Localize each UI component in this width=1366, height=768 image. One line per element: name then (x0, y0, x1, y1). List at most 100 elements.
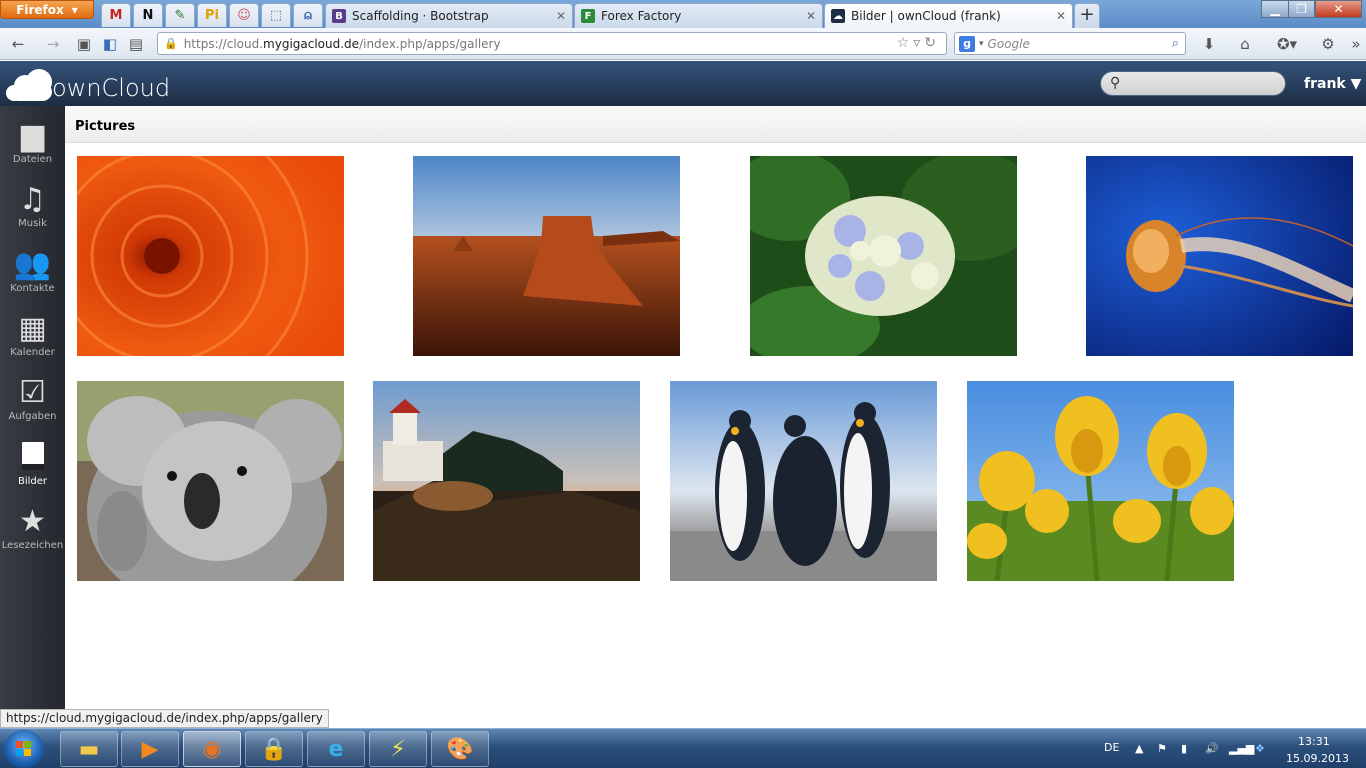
nav-item-lesezeichen[interactable]: ★ Lesezeichen (0, 500, 65, 564)
owncloud-header: ownCloud ⚲ frank ▼ (0, 61, 1366, 106)
back-button[interactable]: ← (8, 34, 28, 54)
new-tab-button[interactable]: + (1074, 3, 1100, 28)
n-icon: N (142, 8, 154, 23)
restore-button[interactable]: ❐ (1288, 0, 1315, 18)
gear-icon: ⚙ (1321, 35, 1335, 53)
taskbar-paint[interactable]: 🎨 (431, 731, 489, 767)
signal-icon[interactable]: ▂▄▆ (1229, 742, 1254, 755)
app-tab-7[interactable]: ⍝ (293, 3, 323, 27)
bootstrap-icon: B (332, 9, 346, 23)
app-tab-5[interactable]: ☺ (229, 3, 259, 27)
owncloud-logo[interactable]: ownCloud (6, 69, 170, 101)
app-navigation: ▆ Dateien ♫ Musik 👥 Kontakte ▦ Kalender … (0, 106, 65, 728)
home-icon: ⌂ (1240, 35, 1250, 53)
search-icon[interactable]: ⌕ (1172, 36, 1179, 51)
clock-date[interactable]: 15.09.2013 (1286, 752, 1349, 765)
device-icon[interactable]: ▮ (1181, 742, 1187, 755)
owncloud-icon: ☁ (831, 9, 845, 23)
pi-icon: Pi (205, 8, 219, 23)
breadcrumb[interactable]: Pictures (75, 119, 135, 134)
nav-item-bilder[interactable]: Bilder (0, 436, 65, 500)
taskbar-explorer[interactable]: ▬ (60, 731, 118, 767)
tab-bootstrap[interactable]: B Scaffolding · Bootstrap ✕ (325, 3, 573, 28)
user-menu[interactable]: frank ▼ (1304, 76, 1361, 92)
taskbar-internet-explorer[interactable]: e (307, 731, 365, 767)
start-button[interactable] (4, 730, 44, 768)
reload-icon[interactable]: ↻ (924, 35, 940, 51)
dropbox-icon[interactable]: ❖ (1255, 742, 1265, 755)
firefox-menu-button[interactable]: Firefox ▾ (0, 0, 94, 19)
star-icon[interactable]: ☆ (897, 35, 914, 51)
search-input[interactable]: ⚲ (1100, 71, 1286, 96)
close-icon[interactable]: ✕ (556, 9, 566, 23)
photo-koala[interactable] (77, 381, 344, 581)
close-icon: ✕ (1333, 2, 1344, 16)
language-indicator[interactable]: DE (1104, 741, 1119, 754)
app-tab-3[interactable]: ✎ (165, 3, 195, 27)
dropdown-icon[interactable]: ▿ (913, 35, 924, 51)
google-icon[interactable]: g (959, 35, 975, 52)
pictures-icon (0, 436, 65, 476)
chevron-double-icon: » (1351, 35, 1361, 53)
close-icon[interactable]: ✕ (1056, 9, 1066, 23)
toolbar-button-1[interactable]: ▣ (74, 34, 94, 54)
photo-tulips[interactable] (967, 381, 1234, 581)
bookmarks-button[interactable]: ✪▾ (1272, 34, 1302, 54)
downloads-button[interactable]: ⬇ (1199, 34, 1219, 54)
url-text: https://cloud.mygigacloud.de/index.php/a… (183, 36, 501, 51)
taskbar-firefox[interactable]: ◉ (183, 731, 241, 767)
layout-icon: ▣ (76, 35, 92, 53)
search-bar[interactable]: g ▾ Google ⌕ (954, 32, 1186, 55)
nav-item-aufgaben[interactable]: ☑ Aufgaben (0, 371, 65, 435)
notion-app-tab[interactable]: N (133, 3, 163, 27)
status-bar-url: https://cloud.mygigacloud.de/index.php/a… (0, 709, 329, 728)
contacts-icon: 👥 (13, 247, 52, 282)
nav-item-dateien[interactable]: ▆ Dateien (0, 114, 65, 178)
photo-chrysanthemum[interactable] (77, 156, 344, 356)
taskbar-keepass[interactable]: 🔒 (245, 731, 303, 767)
tab-owncloud[interactable]: ☁ Bilder | ownCloud (frank) ✕ (824, 3, 1073, 28)
toolbar-button-2[interactable]: ◧ (100, 34, 120, 54)
photo-desert[interactable] (413, 156, 680, 356)
forward-button[interactable]: → (43, 34, 63, 54)
pinboard-app-tab[interactable]: Pi (197, 3, 227, 27)
lock-icon: 🔒 (164, 37, 178, 50)
arrow-left-icon: ← (11, 35, 25, 53)
show-hidden-icons[interactable]: ▲ (1135, 742, 1143, 755)
chevron-down-icon[interactable]: ▾ (979, 39, 984, 49)
download-icon: ⬇ (1202, 35, 1216, 53)
taskbar-network[interactable]: ⚡ (369, 731, 427, 767)
windows-taskbar: ▬ ▶ ◉ 🔒 e ⚡ 🎨 DE ▲ ⚑ ▮ 🔊 ▂▄▆ ❖ 13:31 15.… (0, 728, 1366, 768)
taskbar-media-player[interactable]: ▶ (121, 731, 179, 767)
folder-icon: ▆ (20, 118, 45, 153)
forex-factory-icon: F (581, 9, 595, 23)
lock-icon: 🔒 (260, 736, 288, 762)
photo-lighthouse[interactable] (373, 381, 640, 581)
overflow-button[interactable]: » (1346, 34, 1366, 54)
nav-item-kalender[interactable]: ▦ Kalender (0, 307, 65, 371)
cloud-icon (6, 69, 54, 101)
photo-jellyfish[interactable] (1086, 156, 1353, 356)
close-window-button[interactable]: ✕ (1315, 0, 1362, 18)
gmail-app-tab[interactable]: M (101, 3, 131, 27)
addon-button[interactable]: ⚙ (1318, 34, 1338, 54)
tab-forex-factory[interactable]: F Forex Factory ✕ (574, 3, 823, 28)
chrysanthemum-image (77, 156, 344, 356)
play-icon: ▶ (141, 736, 159, 762)
internet-explorer-icon: e (328, 736, 344, 762)
close-icon[interactable]: ✕ (806, 9, 816, 23)
nav-item-kontakte[interactable]: 👥 Kontakte (0, 243, 65, 307)
url-bar[interactable]: 🔒 https://cloud.mygigacloud.de/index.php… (157, 32, 947, 55)
volume-icon[interactable]: 🔊 (1205, 742, 1219, 755)
app-tab-6[interactable]: ⬚ (261, 3, 291, 27)
action-center-icon[interactable]: ⚑ (1157, 742, 1167, 755)
photo-hydrangeas[interactable] (750, 156, 1017, 356)
bookmark-star-icon: ✪▾ (1276, 35, 1298, 53)
photo-penguins[interactable] (670, 381, 937, 581)
toolbar-button-3[interactable]: ▤ (126, 34, 146, 54)
nav-item-musik[interactable]: ♫ Musik (0, 178, 65, 242)
paint-icon: 🎨 (446, 736, 474, 762)
home-button[interactable]: ⌂ (1235, 34, 1255, 54)
clock-time[interactable]: 13:31 (1298, 735, 1330, 748)
minimize-button[interactable]: ▁ (1261, 0, 1289, 18)
